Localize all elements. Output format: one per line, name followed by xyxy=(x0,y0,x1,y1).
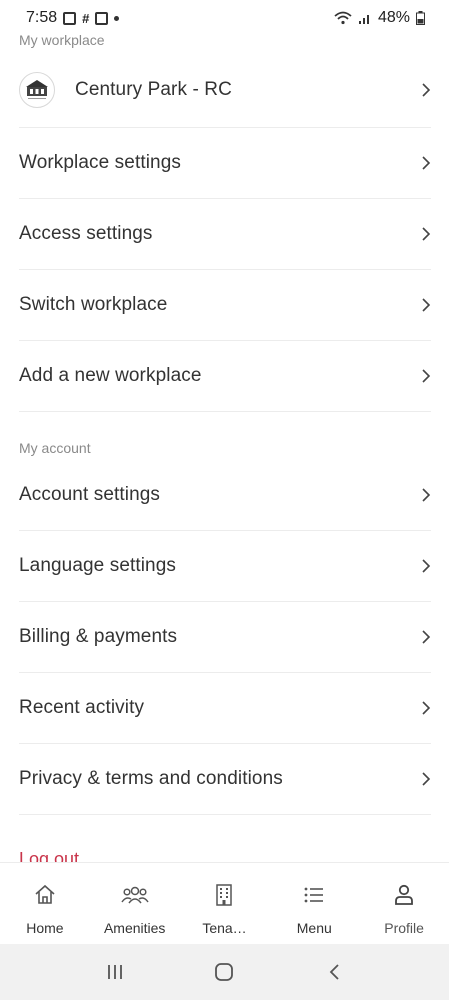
home-icon xyxy=(33,883,57,912)
menu-item-label: Switch workplace xyxy=(19,294,168,315)
people-icon xyxy=(121,883,149,912)
menu-item-label: Recent activity xyxy=(19,697,145,718)
chevron-right-icon xyxy=(413,700,431,716)
switch-workplace-item[interactable]: Switch workplace xyxy=(19,270,431,341)
tab-home[interactable]: Home xyxy=(0,863,90,944)
section-header-workplace: My workplace xyxy=(19,32,105,48)
tab-label: Amenities xyxy=(103,920,166,936)
recent-apps-icon xyxy=(107,965,122,979)
privacy-terms-item[interactable]: Privacy & terms and conditions xyxy=(19,744,431,815)
workplace-info: Century Park - RC xyxy=(19,71,232,108)
wifi-icon xyxy=(334,11,352,25)
menu-item-label: Account settings xyxy=(19,484,161,505)
home-nav-button[interactable] xyxy=(204,952,244,992)
back-icon xyxy=(329,964,339,980)
current-workplace-row[interactable]: Century Park - RC xyxy=(19,52,431,128)
status-time: 7:58 xyxy=(26,9,58,26)
tab-label: Menu xyxy=(296,920,332,936)
section-header-account: My account xyxy=(19,440,91,456)
tab-tenants[interactable]: Tena… xyxy=(180,863,270,944)
chevron-right-icon xyxy=(413,558,431,574)
building-icon xyxy=(212,883,236,912)
account-settings-item[interactable]: Account settings xyxy=(19,460,431,531)
chevron-right-icon xyxy=(413,155,431,171)
menu-item-label: Billing & payments xyxy=(19,626,178,647)
language-settings-item[interactable]: Language settings xyxy=(19,531,431,602)
more-notifications-icon xyxy=(114,15,120,21)
tab-label: Profile xyxy=(384,920,424,936)
status-left: 7:58 # xyxy=(26,9,120,27)
recent-activity-item[interactable]: Recent activity xyxy=(19,673,431,744)
battery-icon xyxy=(416,11,425,25)
tab-profile[interactable]: Profile xyxy=(359,863,449,944)
tab-label: Tena… xyxy=(202,920,247,936)
battery-percent: 48% xyxy=(377,9,410,26)
access-settings-item[interactable]: Access settings xyxy=(19,199,431,270)
chevron-right-icon xyxy=(413,226,431,242)
list-icon xyxy=(302,883,326,912)
back-button[interactable] xyxy=(314,952,354,992)
system-navigation-bar xyxy=(0,944,449,1000)
workplace-name: Century Park - RC xyxy=(75,78,232,100)
status-right: 48% xyxy=(334,9,425,27)
user-icon xyxy=(392,883,416,912)
chevron-right-icon xyxy=(413,297,431,313)
app-notification-icon xyxy=(95,11,109,25)
recent-apps-button[interactable] xyxy=(95,952,135,992)
slack-notification-icon: # xyxy=(82,10,90,26)
tab-label: Home xyxy=(26,920,64,936)
profile-menu: My workplace Century Park - RC Workplace… xyxy=(0,28,449,862)
chevron-right-icon xyxy=(413,82,431,98)
tab-menu[interactable]: Menu xyxy=(269,863,359,944)
home-circle-icon xyxy=(215,963,234,981)
workplace-logo-icon xyxy=(19,71,55,108)
gallery-notification-icon xyxy=(63,11,77,25)
menu-item-label: Privacy & terms and conditions xyxy=(19,768,283,789)
add-workplace-item[interactable]: Add a new workplace xyxy=(19,341,431,412)
chevron-right-icon xyxy=(413,771,431,787)
workplace-settings-item[interactable]: Workplace settings xyxy=(19,128,431,199)
billing-payments-item[interactable]: Billing & payments xyxy=(19,602,431,673)
menu-item-label: Add a new workplace xyxy=(19,365,202,386)
menu-item-label: Workplace settings xyxy=(19,152,181,173)
menu-item-label: Access settings xyxy=(19,223,153,244)
menu-item-label: Language settings xyxy=(19,555,176,576)
bottom-tab-bar: Home Amenities Tena… Menu Profile xyxy=(0,862,449,944)
signal-icon xyxy=(358,15,369,24)
tab-amenities[interactable]: Amenities xyxy=(90,863,180,944)
chevron-right-icon xyxy=(413,368,431,384)
chevron-right-icon xyxy=(413,629,431,645)
chevron-right-icon xyxy=(413,487,431,503)
logout-button[interactable]: Log out xyxy=(0,849,79,862)
